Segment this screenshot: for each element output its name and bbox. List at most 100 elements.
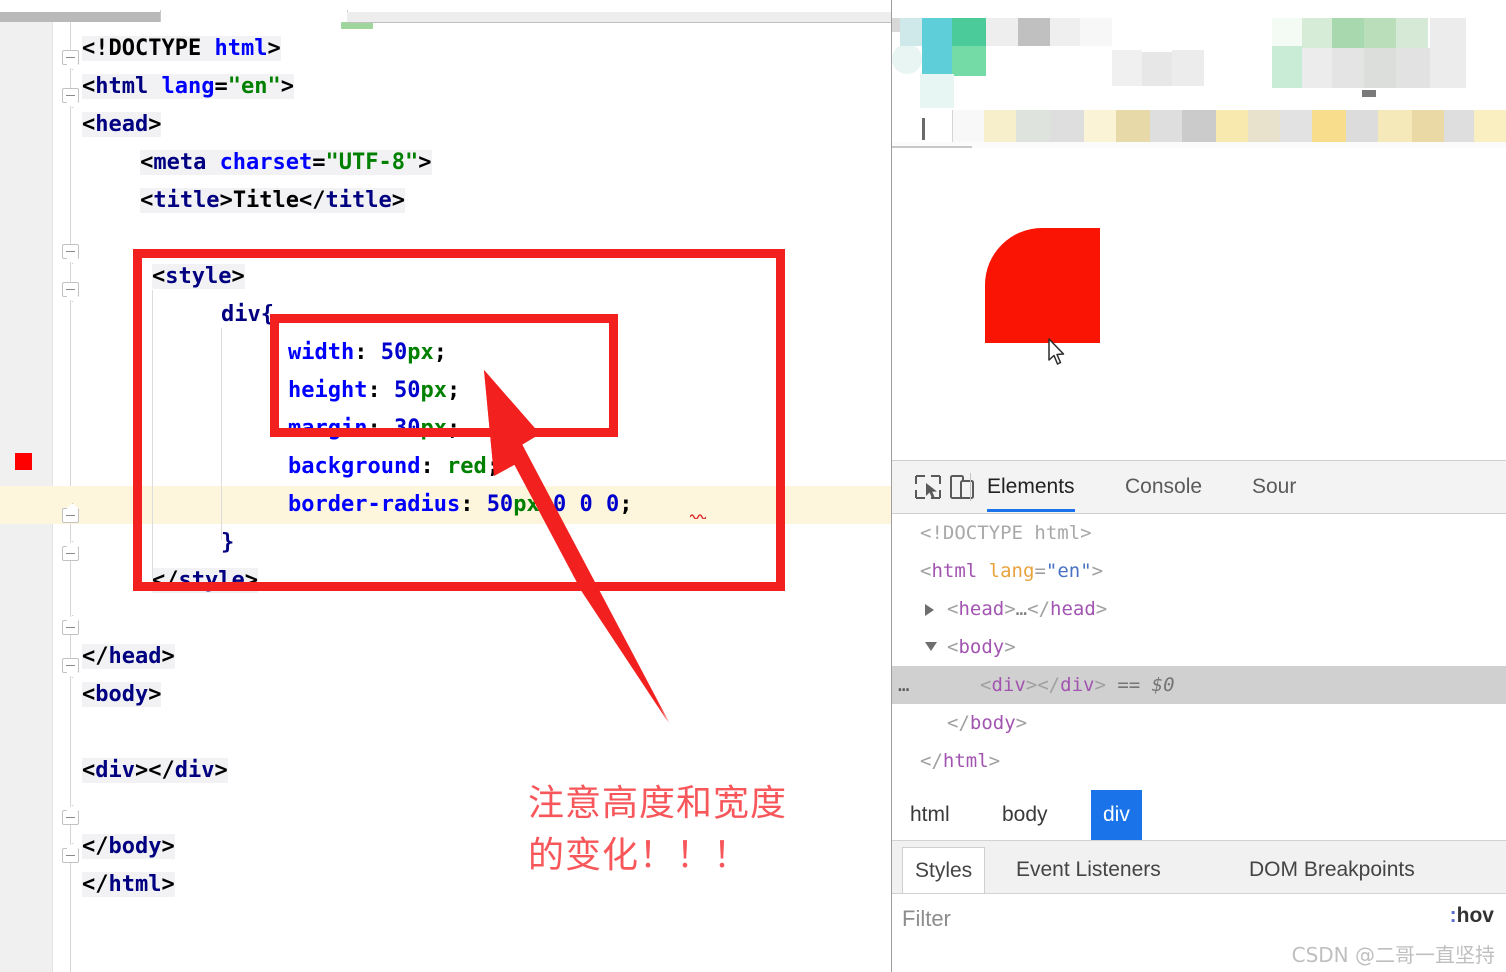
- code-line[interactable]: <!DOCTYPE html>: [82, 30, 281, 68]
- code-line[interactable]: background: red;: [288, 448, 500, 486]
- code-token: margin: [288, 416, 368, 441]
- code-token: >: [280, 74, 294, 99]
- code-line[interactable]: <html lang="en">: [82, 68, 294, 106]
- code-token: :: [367, 378, 394, 403]
- chevron-right-icon[interactable]: [925, 604, 934, 616]
- dom-token: $0: [1151, 674, 1175, 696]
- code-fold-toggle[interactable]: [62, 658, 79, 673]
- code-token: width: [288, 340, 355, 365]
- code-token: <: [82, 682, 96, 707]
- code-token: >: [161, 644, 175, 669]
- dom-tree-row[interactable]: </html>: [920, 742, 1000, 780]
- code-token: div: [95, 758, 135, 783]
- code-token: <: [82, 112, 96, 137]
- code-line[interactable]: border-radius: 50px 0 0 0;: [288, 486, 632, 524]
- code-token: 0: [552, 492, 567, 517]
- code-line[interactable]: </html>: [82, 866, 175, 904]
- dom-tree-row[interactable]: <body>: [947, 628, 1016, 666]
- code-line[interactable]: div{: [221, 296, 274, 334]
- code-line[interactable]: </body>: [82, 828, 175, 866]
- dom-tree-row[interactable]: <!DOCTYPE html>: [920, 514, 1092, 552]
- dom-tree-row[interactable]: <div></div> == $0: [980, 666, 1175, 704]
- breadcrumb-item-body[interactable]: body: [990, 790, 1060, 840]
- code-fold-toggle[interactable]: [62, 88, 79, 103]
- code-line[interactable]: height: 50px;: [288, 372, 460, 410]
- editor-tab-active[interactable]: [160, 10, 373, 29]
- sidebar-tab-event-listeners[interactable]: Event Listeners: [1004, 847, 1173, 893]
- mouse-cursor: [1048, 338, 1065, 365]
- tab-elements[interactable]: Elements: [987, 475, 1075, 512]
- code-fold-toggle[interactable]: [62, 848, 79, 863]
- sidebar-tab-styles[interactable]: Styles: [902, 847, 986, 893]
- code-token: >: [219, 188, 233, 213]
- code-line[interactable]: <meta charset="UTF-8">: [140, 144, 432, 182]
- code-token: </: [152, 568, 179, 593]
- sidebar-tab-dom-breakpoints[interactable]: DOM Breakpoints: [1237, 847, 1427, 893]
- annotation-note-line-2: 的变化！！！: [528, 835, 751, 876]
- code-fold-toggle[interactable]: [62, 810, 79, 825]
- breadcrumb-item-div[interactable]: div: [1091, 790, 1142, 840]
- spellcheck-squiggle: [690, 514, 706, 519]
- styles-sidebar-tabs[interactable]: Styles Event Listeners DOM Breakpoints: [892, 841, 1506, 894]
- code-fold-toggle[interactable]: [62, 244, 79, 259]
- code-fold-toggle[interactable]: [62, 546, 79, 561]
- dom-token: </: [947, 712, 970, 734]
- code-token: lang: [161, 74, 215, 99]
- code-token: body: [108, 834, 162, 859]
- code-token: red: [446, 454, 487, 479]
- breadcrumb-item-html[interactable]: html: [898, 790, 962, 840]
- dom-token: [977, 560, 988, 582]
- code-line[interactable]: </head>: [82, 638, 175, 676]
- editor-tab-bar[interactable]: [0, 0, 891, 29]
- code-token: ;: [619, 492, 633, 517]
- code-fold-toggle[interactable]: [62, 282, 79, 297]
- inspect-element-icon[interactable]: [914, 474, 942, 500]
- filter-input[interactable]: Filter: [902, 906, 951, 932]
- code-token: px: [420, 416, 447, 441]
- device-toolbar-icon[interactable]: [948, 474, 976, 500]
- code-fold-toggle[interactable]: [62, 620, 79, 635]
- code-fold-toggle[interactable]: [62, 508, 79, 523]
- dom-tree-row[interactable]: </body>: [947, 704, 1027, 742]
- dom-tree[interactable]: <!DOCTYPE html> <html lang="en"> <head>…</…: [892, 514, 1506, 784]
- tab-console[interactable]: Console: [1125, 475, 1202, 499]
- dom-token: ==: [1105, 674, 1152, 696]
- code-line[interactable]: <div></div>: [82, 752, 228, 790]
- annotation-note-line-1: 注意高度和宽度: [528, 783, 788, 824]
- code-token: 50: [393, 378, 421, 403]
- dom-tree-row[interactable]: <html lang="en">: [920, 552, 1103, 590]
- code-line[interactable]: <body>: [82, 676, 162, 714]
- code-line[interactable]: margin: 30px;: [288, 410, 460, 448]
- editor-tab-inactive-left[interactable]: [0, 12, 160, 22]
- dom-token: <: [947, 598, 959, 620]
- dom-row-ellipsis[interactable]: …: [898, 666, 909, 704]
- code-token: >: [391, 188, 406, 213]
- code-token: >: [231, 264, 245, 289]
- indent-guide-1: [152, 290, 153, 578]
- tab-sources[interactable]: Sour: [1252, 475, 1296, 499]
- code-line[interactable]: <style>: [152, 258, 245, 296]
- devtools-panel: Elements Console Sour <!DOCTYPE html> <ht…: [892, 460, 1506, 972]
- screenshot-root: <!DOCTYPE html> <html lang="en"> <head> <me…: [0, 0, 1506, 972]
- hov-label: hov: [1456, 904, 1494, 927]
- code-line[interactable]: width: 50px;: [288, 334, 447, 372]
- dom-token: <: [947, 636, 959, 658]
- code-token: style: [165, 264, 232, 289]
- code-token: </: [148, 758, 175, 783]
- dom-token: head: [958, 598, 1005, 620]
- dom-token: div: [1060, 674, 1095, 696]
- code-token: [206, 150, 220, 175]
- code-line[interactable]: }: [221, 524, 234, 562]
- dom-token: >: [1004, 636, 1016, 658]
- browser-chrome-blurred: [892, 0, 1506, 150]
- code-line[interactable]: <head>: [82, 106, 162, 144]
- code-token: border-radius: [288, 492, 461, 517]
- chevron-down-icon[interactable]: [925, 642, 937, 651]
- code-line[interactable]: </style>: [152, 562, 258, 600]
- hov-button[interactable]: :hov: [1450, 904, 1494, 928]
- dom-tree-row[interactable]: <head>…</head>: [947, 590, 1107, 628]
- code-fold-toggle[interactable]: [62, 50, 79, 65]
- breadcrumb[interactable]: html body div: [892, 790, 1506, 841]
- code-line[interactable]: <title>Title</title>: [140, 182, 406, 220]
- code-token: html: [95, 74, 149, 99]
